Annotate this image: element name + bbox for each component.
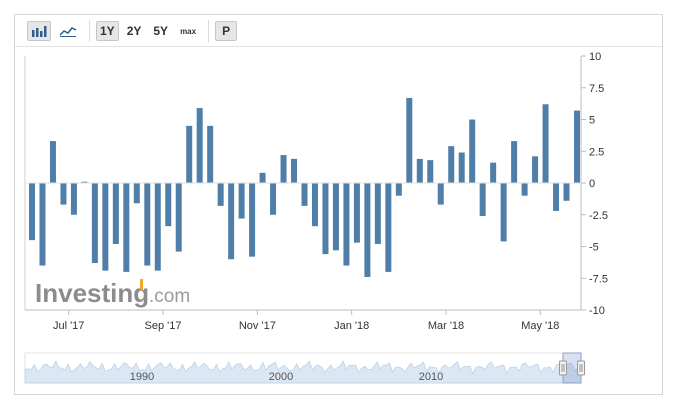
y-tick-label: 5 [589,115,595,127]
navigator[interactable]: 1990 2000 2010 [24,352,585,384]
chart-svg: 10 7.5 5 2.5 0 -2.5 -5 -7.5 -10 Jul '17 Sep '17 Nov… [24,51,608,384]
navigator-label: 2000 [269,371,293,383]
y-tick-label: 10 [589,51,601,63]
bar [542,104,549,183]
bar [102,183,109,271]
bar [123,183,130,272]
axis-layer: 10 7.5 5 2.5 0 -2.5 -5 -7.5 -10 Jul '17 Sep '17 Nov… [24,51,608,332]
x-tick-label: Nov '17 [239,320,276,332]
bar [291,158,298,183]
bar [238,183,245,219]
bar [353,183,360,243]
y-tick-label: 7.5 [589,83,604,95]
bar [500,183,507,242]
watermark-suffix: .com [149,286,190,307]
navigator-frame [24,352,582,384]
bar [49,141,56,183]
bar [175,183,182,252]
bars-layer [29,97,580,277]
bar [144,183,151,266]
bar [217,183,224,206]
bar [448,146,455,183]
navigator-label: 2010 [419,371,443,383]
y-tick-label: 2.5 [589,146,604,158]
navigator-label: 1990 [130,371,154,383]
bar [280,155,287,183]
bar [364,183,371,277]
line-chart-button[interactable] [55,21,81,41]
bar [574,110,580,183]
x-tick-label: Mar '18 [428,320,464,332]
range-max-button[interactable]: max [176,21,200,41]
bar [490,162,497,183]
bar [29,183,35,241]
bar [154,183,161,271]
watermark-accent [140,279,143,290]
bar [228,183,235,260]
bar [511,141,518,183]
navigator-series [24,360,582,384]
range-1y-button[interactable]: 1Y [96,21,119,41]
bar [301,183,308,206]
bar [311,183,318,227]
x-tick-label: Sep '17 [145,320,182,332]
bar [186,125,193,183]
navigator-right-handle [577,360,585,376]
bar [469,119,476,183]
bar [427,160,434,183]
bar [479,183,486,217]
bar [385,183,392,272]
bar [39,183,46,266]
bar [532,156,539,183]
bar [458,152,465,183]
bar [60,183,67,205]
bar [322,183,329,255]
investing-watermark: Investing .com [35,278,190,308]
bar [259,172,266,183]
range-2y-button[interactable]: 2Y [123,21,146,41]
bar-chart-icon [32,26,47,37]
bar [112,183,119,244]
p-button[interactable]: P [215,21,238,41]
line-chart-icon [59,27,77,37]
bar [437,183,444,205]
toolbar-separator [89,20,90,42]
bar [165,183,172,227]
bar [343,183,350,266]
chart-toolbar: 1Y 2Y 5Y max P [15,15,662,47]
bar [332,183,339,251]
bar [133,183,140,204]
bar-chart-button[interactable] [27,21,51,41]
y-tick-label: -5 [589,242,599,254]
bar [395,183,402,196]
range-5y-button[interactable]: 5Y [149,21,172,41]
chart-widget: 1Y 2Y 5Y max P 10 7.5 5 2.5 0 -2.5 -5 -7.5 -10 Ju… [14,14,663,395]
bar [563,183,570,201]
bar [81,181,88,183]
bar [416,158,423,183]
bar [521,183,528,196]
chart-type-group: 1Y 2Y 5Y max P [27,20,241,42]
x-tick-label: Jan '18 [334,320,369,332]
bar [70,183,77,215]
navigator-left-handle [559,360,567,376]
bar [270,183,277,215]
bar [207,125,214,183]
x-tick-label: Jul '17 [53,320,84,332]
x-tick-label: May '18 [521,320,559,332]
y-tick-label: -10 [589,305,605,317]
navigator-window [562,352,582,384]
toolbar-separator [208,20,210,42]
bar [249,183,256,257]
watermark-brand: Investing [35,278,149,308]
y-tick-label: 0 [589,178,595,190]
bar [553,183,560,211]
y-tick-label: -7.5 [589,273,608,285]
y-tick-label: -2.5 [589,210,608,222]
bar [91,183,98,264]
bar [406,97,413,183]
bar [196,108,203,183]
bar [374,183,381,244]
